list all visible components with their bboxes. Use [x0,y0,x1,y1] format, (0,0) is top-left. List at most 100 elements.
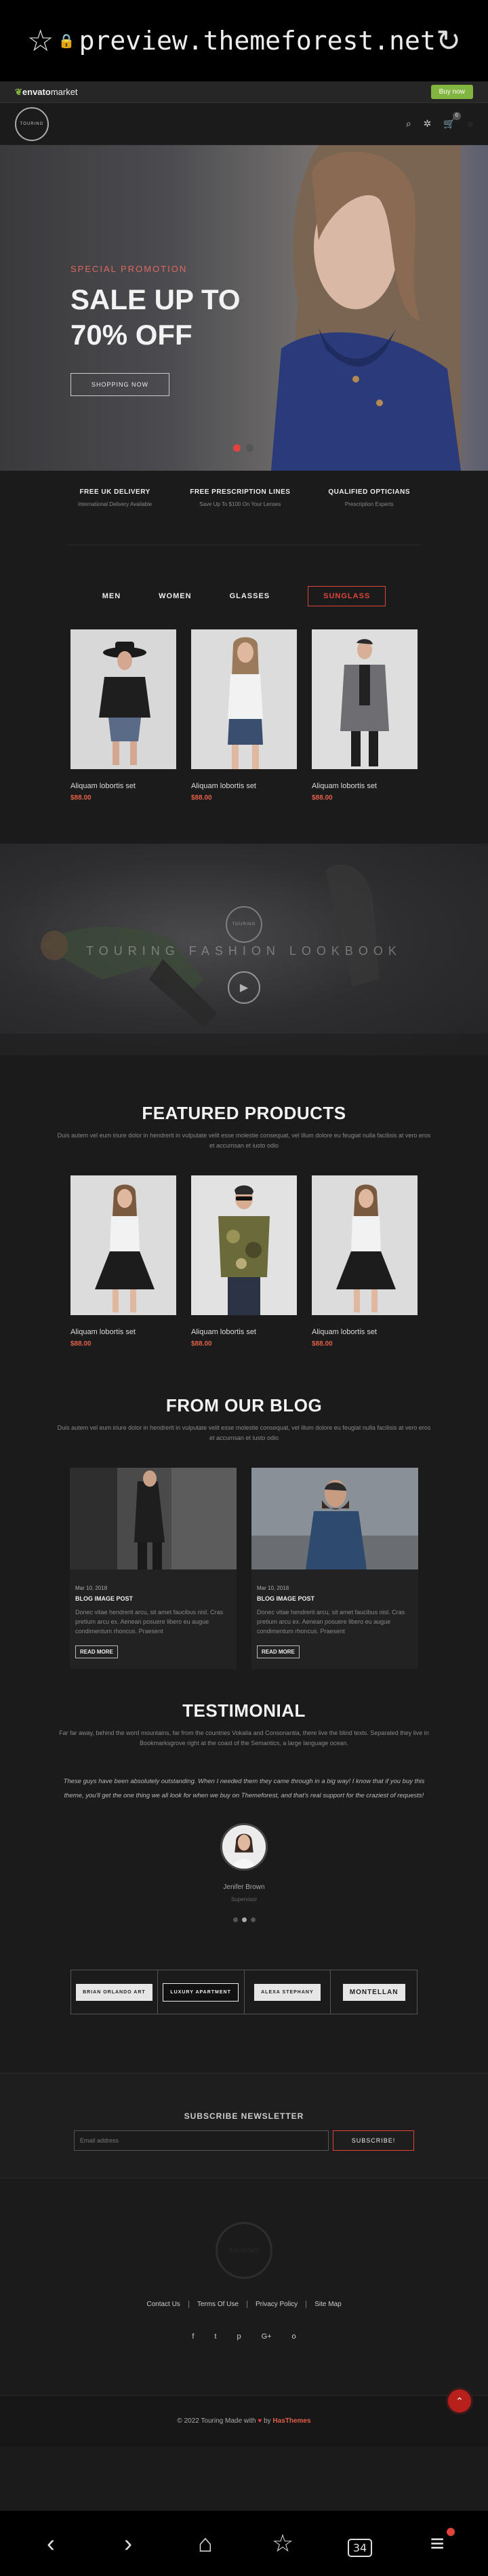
product-name[interactable]: Aliquam lobortis set [191,1328,297,1336]
testimonial-title: TESTIMONIAL [182,1700,306,1721]
instagram-icon[interactable]: o [292,2333,296,2341]
featured-product-grid: Aliquam lobortis set $88.00 Aliquam lobo… [0,1175,488,1348]
menu-icon[interactable]: ≡ [468,119,473,130]
product-name[interactable]: Aliquam lobortis set [312,782,418,790]
site-logo[interactable]: TOURING [15,106,49,141]
product-image[interactable] [312,1175,418,1315]
lookbook-logo-text: TOURING [232,922,256,926]
footer-link-privacy[interactable]: Privacy Policy [247,2301,307,2308]
testimonial-name: Jenifer Brown [223,1884,265,1891]
product-price: $88.00 [191,1340,212,1348]
browser-top-bar: ☆ 🔒 preview.themeforest.net ↻ [0,0,488,81]
product-grid: Aliquam lobortis set $88.00 Aliquam lobo… [0,629,488,802]
product-card[interactable]: Aliquam lobortis set $88.00 [191,629,297,802]
envato-logo-suffix: market [50,86,78,97]
brand-logos: BRIAN ORLANDO ART LUXURY APARTMENT ALEXA… [70,1970,418,2014]
play-video-button[interactable]: ▶ [228,971,260,1004]
blog-post-image[interactable] [70,1468,237,1569]
brand-item[interactable]: BRIAN ORLANDO ART [71,1970,158,2014]
facebook-icon[interactable]: f [192,2333,194,2341]
copyright-bar: © 2022 Touring Made with ♥ by HasThemes … [0,2387,488,2446]
envato-leaf-icon: ❦ [15,86,22,97]
product-image[interactable] [312,629,418,769]
home-icon[interactable]: ⌂ [178,2529,232,2558]
pinterest-icon[interactable]: p [237,2333,241,2341]
blog-post-title[interactable]: BLOG IMAGE POST [75,1595,231,1602]
cart-icon[interactable]: 🛒 0 [443,112,461,130]
heart-icon: ♥ [256,2417,264,2425]
read-more-button[interactable]: READ MORE [257,1645,300,1658]
product-image[interactable] [70,1175,176,1315]
newsletter-title: SUBSCRIBE NEWSLETTER [184,2111,304,2121]
twitter-icon[interactable]: t [214,2333,216,2341]
feature-item: FREE UK DELIVERY International Delivery … [78,488,152,545]
product-image[interactable] [191,629,297,769]
product-name[interactable]: Aliquam lobortis set [70,1328,176,1336]
copyright-brand-link[interactable]: HasThemes [272,2417,310,2425]
settings-icon[interactable]: ✲ [424,118,432,130]
product-price: $88.00 [191,794,212,802]
slider-dot[interactable] [246,444,253,452]
cart-count-badge: 0 [452,112,461,120]
blog-post-card[interactable]: Mar 10, 2018 BLOG IMAGE POST Donec vitae… [251,1468,418,1669]
blog-post-card[interactable]: Mar 10, 2018 BLOG IMAGE POST Donec vitae… [70,1468,237,1669]
google-plus-icon[interactable]: G+ [262,2333,272,2341]
product-image[interactable] [70,629,176,769]
forward-icon[interactable]: › [101,2529,155,2558]
tab-men[interactable]: MEN [102,592,121,600]
product-name[interactable]: Aliquam lobortis set [70,782,176,790]
product-card[interactable]: Aliquam lobortis set $88.00 [70,629,176,802]
read-more-button[interactable]: READ MORE [75,1645,118,1658]
footer-logo[interactable]: TOURING [216,2222,272,2279]
footer-link-site-map[interactable]: Site Map [306,2301,349,2308]
blog-post-date: Mar 10, 2018 [75,1585,108,1591]
social-links: f t p G+ o [0,2333,488,2341]
feature-subtitle: International Delivery Available [77,501,152,507]
bookmark-star-icon[interactable]: ☆ [27,24,54,58]
browser-menu-icon[interactable]: ≡ [410,2528,464,2558]
blog-section: FROM OUR BLOG Duis autem vel eum iriure … [0,1348,488,1669]
blog-post-title[interactable]: BLOG IMAGE POST [257,1595,413,1602]
blog-post-date: Mar 10, 2018 [257,1585,289,1591]
feature-item: FREE PRESCRIPTION LINES Save Up To $100 … [190,488,290,545]
reload-icon[interactable]: ↻ [436,24,461,58]
testimonial-dot-active[interactable] [241,1917,247,1922]
brand-logo: BRIAN ORLANDO ART [76,1983,152,2001]
tab-sunglass[interactable]: SUNGLASS [308,586,386,606]
email-input[interactable]: Email address [74,2130,329,2151]
scroll-to-top-button[interactable]: ⌃ [446,2387,473,2415]
tab-glasses[interactable]: GLASSES [230,592,270,600]
search-icon[interactable]: ⌕ [406,118,411,130]
envato-logo[interactable]: ❦envatomarket [15,87,78,98]
testimonial-dot[interactable] [232,1917,238,1922]
feature-title: FREE PRESCRIPTION LINES [190,488,291,496]
brand-item[interactable]: MONTELLAN [331,1970,417,2014]
slider-dot-active[interactable] [233,444,241,452]
blog-post-image[interactable] [251,1468,418,1569]
product-card[interactable]: Aliquam lobortis set $88.00 [312,1175,418,1348]
product-image[interactable] [191,1175,297,1315]
footer-link-contact-us[interactable]: Contact Us [138,2301,189,2308]
blog-description: Duis autem vel eum iriure dolor in hendr… [57,1424,431,1441]
footer-link-terms[interactable]: Terms Of Use [189,2301,247,2308]
bookmarks-star-icon[interactable]: ☆ [256,2529,310,2558]
testimonial-avatar [220,1823,268,1871]
product-card[interactable]: Aliquam lobortis set $88.00 [312,629,418,802]
tab-women[interactable]: WOMEN [159,592,191,600]
address-bar[interactable]: preview.themeforest.net [79,26,436,56]
testimonial-description: Far far away, behind the word mountains,… [59,1730,429,1746]
product-card[interactable]: Aliquam lobortis set $88.00 [191,1175,297,1348]
product-name[interactable]: Aliquam lobortis set [312,1328,418,1336]
brand-item[interactable]: ALEXA STEPHANY [245,1970,331,2014]
hero-title: SALE UP TO 70% OFF [70,284,241,351]
product-card[interactable]: Aliquam lobortis set $88.00 [70,1175,176,1348]
subscribe-button[interactable]: SUBSCRIBE! [333,2130,414,2151]
testimonial-dot[interactable] [250,1917,256,1922]
brand-item[interactable]: LUXURY APARTMENT [158,1970,245,2014]
tabs-button[interactable]: 34 [333,2529,387,2558]
back-icon[interactable]: ‹ [24,2529,78,2558]
buy-now-button[interactable]: Buy now [430,85,473,99]
blog-post-body: Mar 10, 2018 BLOG IMAGE POST Donec vitae… [251,1573,418,1669]
shopping-now-button[interactable]: SHOPPING NOW [70,373,170,396]
product-name[interactable]: Aliquam lobortis set [191,782,297,790]
